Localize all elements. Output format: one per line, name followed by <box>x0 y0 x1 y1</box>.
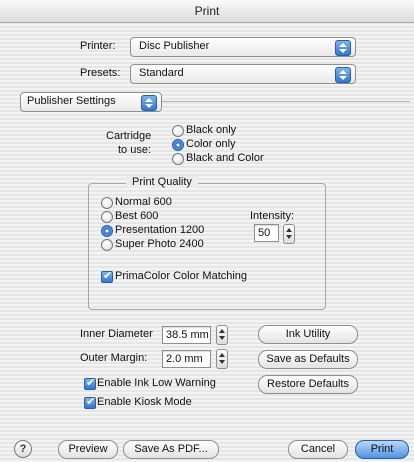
quality-radio-normal-600[interactable] <box>101 197 113 209</box>
print-button[interactable]: Print <box>355 440 409 459</box>
outer-margin-field[interactable]: 2.0 mm <box>162 350 211 368</box>
kiosk-mode-checkbox[interactable] <box>84 395 96 409</box>
inner-diameter-stepper[interactable] <box>216 325 228 345</box>
primacolor-label: PrimaColor Color Matching <box>115 270 248 282</box>
cartridge-radio-color-only[interactable] <box>172 139 184 151</box>
inner-diameter-label: Inner Diameter <box>80 328 153 340</box>
cartridge-label-line2: to use: <box>118 144 152 156</box>
kiosk-mode-label: Enable Kiosk Mode <box>97 396 192 408</box>
window-title: Print <box>194 4 220 18</box>
cartridge-option-label: Black and Color <box>186 152 264 164</box>
intensity-label: Intensity: <box>250 210 295 222</box>
cartridge-radio-black-and-color[interactable] <box>172 153 184 165</box>
window-titlebar: Print <box>0 0 414 23</box>
quality-option-label: Best 600 <box>115 210 159 222</box>
inner-diameter-field[interactable]: 38.5 mm <box>162 326 211 344</box>
primacolor-checkbox[interactable] <box>101 269 113 283</box>
printer-label: Printer: <box>80 40 116 52</box>
preview-button[interactable]: Preview <box>58 440 118 459</box>
panel-separator <box>160 101 410 102</box>
popup-arrows-icon <box>141 95 157 111</box>
cancel-button[interactable]: Cancel <box>288 440 348 459</box>
panel-value: Publisher Settings <box>27 95 116 107</box>
intensity-field[interactable]: 50 <box>254 224 279 242</box>
quality-option-label: Super Photo 2400 <box>115 238 204 250</box>
ink-low-warning-label: Enable Ink Low Warning <box>97 377 216 389</box>
save-as-defaults-button[interactable]: Save as Defaults <box>258 350 358 369</box>
cartridge-label-line1: Cartridge <box>106 130 152 142</box>
ink-utility-button[interactable]: Ink Utility <box>258 325 358 344</box>
quality-radio-presentation-1200[interactable] <box>101 225 113 237</box>
presets-popup[interactable]: Standard <box>130 64 356 84</box>
cartridge-option-label: Color only <box>186 138 236 150</box>
intensity-stepper[interactable] <box>283 224 295 244</box>
printer-value: Disc Publisher <box>139 40 210 52</box>
presets-label: Presets: <box>80 67 121 79</box>
outer-margin-label: Outer Margin: <box>80 352 148 364</box>
help-button[interactable]: ? <box>14 440 32 458</box>
quality-radio-best-600[interactable] <box>101 211 113 223</box>
restore-defaults-button[interactable]: Restore Defaults <box>258 375 358 394</box>
quality-option-label: Normal 600 <box>115 196 172 208</box>
presets-value: Standard <box>139 67 184 79</box>
quality-option-label: Presentation 1200 <box>115 224 205 236</box>
popup-arrows-icon <box>335 67 351 83</box>
print-quality-title: Print Quality <box>126 176 198 188</box>
save-as-pdf-button[interactable]: Save As PDF... <box>123 440 219 459</box>
printer-popup[interactable]: Disc Publisher <box>130 37 356 57</box>
panel-popup[interactable]: Publisher Settings <box>20 92 162 112</box>
quality-radio-super-photo-2400[interactable] <box>101 239 113 251</box>
popup-arrows-icon <box>335 40 351 56</box>
cartridge-radio-black-only[interactable] <box>172 125 184 137</box>
outer-margin-stepper[interactable] <box>216 349 228 369</box>
cartridge-option-label: Black only <box>186 124 237 136</box>
ink-low-warning-checkbox[interactable] <box>84 376 96 390</box>
